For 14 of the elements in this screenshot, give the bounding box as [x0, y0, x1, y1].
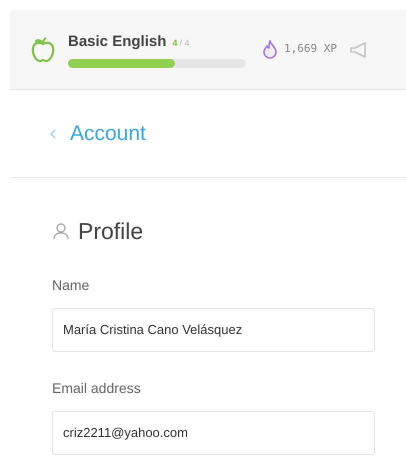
- megaphone-icon[interactable]: [348, 40, 369, 58]
- field-label: Name: [52, 276, 90, 294]
- course-title: Basic English: [68, 32, 166, 52]
- section-title: Profile: [78, 217, 144, 246]
- field-label: Email address: [52, 378, 142, 398]
- chevron-left-icon: [50, 128, 56, 138]
- xp-count: 1,669 XP: [284, 41, 337, 58]
- flame-icon: [262, 40, 278, 60]
- apple-icon: [30, 36, 56, 64]
- progress-count: 4: [172, 36, 178, 50]
- progress-total: / 4: [179, 36, 190, 50]
- user-icon: [52, 222, 70, 240]
- text-field[interactable]: María Cristina Cano Velásquez: [52, 308, 375, 352]
- text-field[interactable]: criz2211@yahoo.com: [52, 410, 375, 454]
